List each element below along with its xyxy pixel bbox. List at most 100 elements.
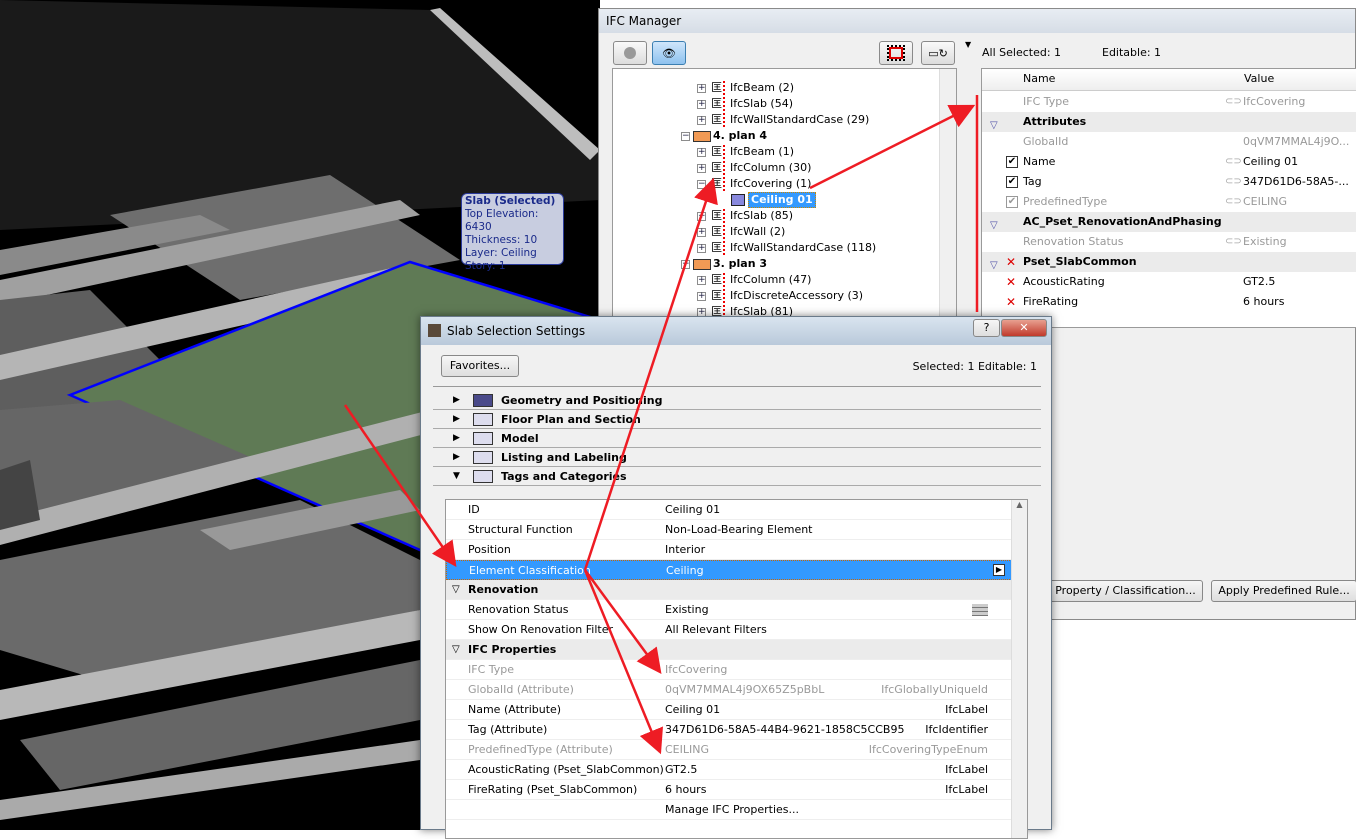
table-row[interactable]: Element Classification Ceiling ▶	[446, 560, 1012, 580]
property-group[interactable]: ▽ AC_Pset_RenovationAndPhasing	[982, 212, 1356, 232]
tree-item[interactable]: + 匡 IfcDiscreteAccessory (3)	[613, 288, 938, 304]
property-row[interactable]: ✔ Tag ⊂⊃ 347D61D6-58A5-...	[982, 172, 1356, 192]
filter-view-toggle[interactable]: 👁	[652, 41, 686, 65]
row-type: IfcCoveringTypeEnum	[868, 743, 988, 756]
checkbox[interactable]: ✔	[1006, 196, 1018, 208]
triangle-right-icon: ▶	[453, 414, 460, 424]
expand-toggle-icon[interactable]: +	[697, 84, 706, 93]
tree-item[interactable]: + 匡 IfcColumn (47)	[613, 272, 938, 288]
tree-item-label: IfcWallStandardCase (118)	[730, 241, 877, 254]
table-row[interactable]: Renovation Status Existing	[446, 600, 1012, 620]
property-row[interactable]: ✔ Name ⊂⊃ Ceiling 01	[982, 152, 1356, 172]
scrollbar[interactable]: ▲	[1011, 500, 1027, 838]
tree-item[interactable]: − 匡 IfcCovering (1)	[613, 176, 938, 192]
property-row[interactable]: ✔ PredefinedType ⊂⊃ CEILING	[982, 192, 1356, 212]
section-header[interactable]: ▼ Tags and Categories	[433, 467, 1041, 486]
table-row[interactable]: IFC Type IfcCovering	[446, 660, 1012, 680]
property-row[interactable]: Renovation Status ⊂⊃ Existing	[982, 232, 1356, 252]
property-row[interactable]: ✕ FireRating 6 hours	[982, 292, 1356, 312]
options-arrow-icon[interactable]: ▶	[993, 564, 1005, 576]
property-group[interactable]: ▽ ✕ Pset_SlabCommon	[982, 252, 1356, 272]
collapse-toggle-icon[interactable]: −	[697, 180, 706, 189]
table-row[interactable]: AcousticRating (Pset_SlabCommon) GT2.5 Ifc…	[446, 760, 1012, 780]
tree-item[interactable]: + 匡 IfcWallStandardCase (118)	[613, 240, 938, 256]
tree-item[interactable]: + 匡 IfcSlab (85)	[613, 208, 938, 224]
expand-toggle-icon[interactable]: +	[697, 116, 706, 125]
link-icon: ⊂⊃	[1225, 96, 1242, 107]
ifc-class-icon: 匡	[711, 289, 725, 303]
link-icon: ⊂⊃	[1225, 176, 1242, 187]
property-group[interactable]: ▽ Attributes	[982, 112, 1356, 132]
collapse-toggle-icon[interactable]: −	[681, 132, 690, 141]
ifc-tree[interactable]: + 匡 IfcBeam (2) + 匡 IfcSlab (54) + 匡 IfcWallStan…	[612, 68, 957, 328]
property-row[interactable]: ✕ AcousticRating GT2.5	[982, 272, 1356, 292]
table-row[interactable]: Tag (Attribute) 347D61D6-58A5-44B4-9621-1…	[446, 720, 1012, 740]
row-name: PredefinedType (Attribute)	[468, 743, 613, 756]
close-button[interactable]: ✕	[1001, 319, 1047, 337]
brick-icon[interactable]	[972, 604, 988, 616]
table-group[interactable]: ▽ Renovation	[446, 580, 1012, 600]
section-header[interactable]: ▶ Listing and Labeling	[433, 448, 1041, 467]
expand-toggle-icon[interactable]: +	[697, 276, 706, 285]
selection-tooltip: Slab (Selected) Top Elevation: 6430 Thic…	[461, 193, 564, 272]
expand-toggle-icon[interactable]: +	[697, 100, 706, 109]
table-row[interactable]: GlobalId (Attribute) 0qVM7MMAL4j9OX65Z5pB…	[446, 680, 1012, 700]
property-row[interactable]: IFC Type ⊂⊃ IfcCovering	[982, 92, 1356, 112]
tree-item[interactable]: + 匡 IfcSlab (54)	[613, 96, 938, 112]
tree-item[interactable]: − 4. plan 4	[613, 128, 938, 144]
row-value: All Relevant Filters	[665, 623, 767, 636]
row-name: IFC Type	[468, 663, 515, 676]
manage-ifc-properties-link[interactable]: Manage IFC Properties...	[665, 800, 799, 820]
editable-count: Editable: 1	[1102, 46, 1162, 59]
section-header[interactable]: ▶ Geometry and Positioning	[433, 391, 1041, 410]
tree-scrollbar[interactable]	[939, 69, 956, 327]
collapse-toggle-icon[interactable]: −	[681, 260, 690, 269]
row-name: ID	[468, 503, 480, 516]
tree-item[interactable]: + 匡 IfcWall (2)	[613, 224, 938, 240]
tree-item[interactable]: − 3. plan 3	[613, 256, 938, 272]
link-icon: ⊂⊃	[1225, 196, 1242, 207]
checkbox[interactable]: ✔	[1006, 156, 1018, 168]
property-classification-button[interactable]: Property / Classification...	[1048, 580, 1203, 602]
section-header[interactable]: ▶ Model	[433, 429, 1041, 448]
tree-item[interactable]: + 匡 IfcWallStandardCase (29)	[613, 112, 938, 128]
table-row[interactable]: Position Interior	[446, 540, 1012, 560]
table-row[interactable]: PredefinedType (Attribute) CEILING IfcCove…	[446, 740, 1012, 760]
section-header[interactable]: ▶ Floor Plan and Section	[433, 410, 1041, 429]
tree-item[interactable]: + 匡 IfcColumn (30)	[613, 160, 938, 176]
collapse-triangle-icon[interactable]: ▽	[452, 640, 460, 660]
table-row[interactable]: FireRating (Pset_SlabCommon) 6 hours IfcLa…	[446, 780, 1012, 800]
tree-item[interactable]: + 匡 IfcBeam (1)	[613, 144, 938, 160]
scroll-up-icon[interactable]: ▲	[1012, 500, 1027, 509]
expand-toggle-icon[interactable]: +	[697, 292, 706, 301]
expand-toggle-icon[interactable]: +	[697, 228, 706, 237]
dropdown-arrow-icon[interactable]: ▼	[965, 40, 971, 49]
table-group[interactable]: ▽ IFC Properties	[446, 640, 1012, 660]
expand-toggle-icon[interactable]: +	[697, 212, 706, 221]
zoom-selection-button[interactable]: ▭↻	[921, 41, 955, 65]
tree-item-label: IfcSlab (54)	[730, 97, 794, 110]
property-row[interactable]: GlobalId 0qVM7MMAL4j9O...	[982, 132, 1356, 152]
table-row[interactable]: Show On Renovation Filter All Relevant Fi…	[446, 620, 1012, 640]
row-name: AcousticRating (Pset_SlabCommon)	[468, 763, 664, 776]
row-type: IfcLabel	[945, 783, 988, 796]
table-row[interactable]: Structural Function Non-Load-Bearing Elem…	[446, 520, 1012, 540]
table-row[interactable]: Manage IFC Properties...	[446, 800, 1012, 820]
record-button[interactable]	[613, 41, 647, 65]
collapse-triangle-icon[interactable]: ▽	[452, 580, 460, 600]
expand-toggle-icon[interactable]: +	[697, 244, 706, 253]
checkbox[interactable]: ✔	[1006, 176, 1018, 188]
expand-toggle-icon[interactable]: +	[697, 164, 706, 173]
table-row[interactable]: Name (Attribute) Ceiling 01 IfcLabel	[446, 700, 1012, 720]
expand-toggle-icon[interactable]: +	[697, 148, 706, 157]
select-elements-button[interactable]	[879, 41, 913, 65]
table-row[interactable]: ID Ceiling 01	[446, 500, 1012, 520]
help-button[interactable]: ?	[973, 319, 1000, 337]
column-header-value[interactable]: Value	[1244, 69, 1274, 89]
group-name: Attributes	[1023, 115, 1087, 128]
favorites-button[interactable]: Favorites...	[441, 355, 519, 377]
apply-predefined-rule-button[interactable]: Apply Predefined Rule...	[1211, 580, 1356, 602]
tree-item[interactable]: + 匡 IfcBeam (2)	[613, 80, 938, 96]
tree-item[interactable]: Ceiling 01	[613, 192, 938, 208]
column-header-name[interactable]: Name	[1023, 69, 1055, 89]
